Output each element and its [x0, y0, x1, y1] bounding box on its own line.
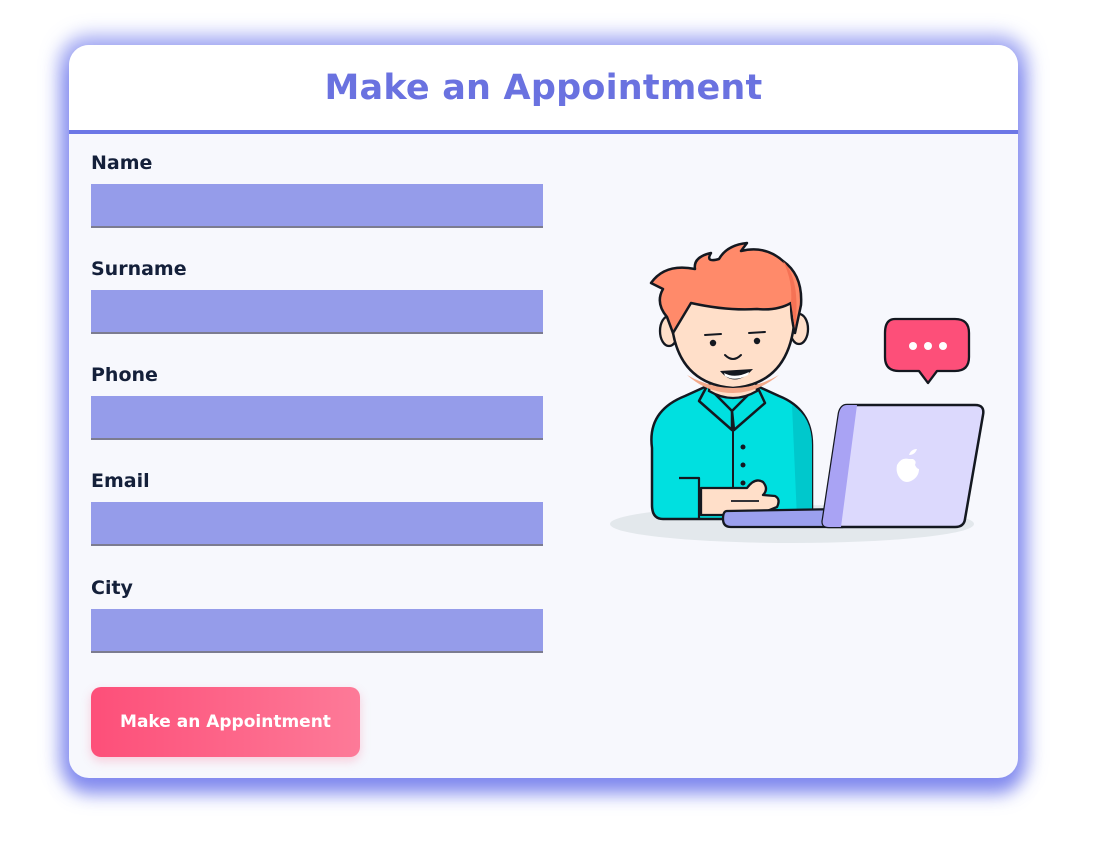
shirt-button: [740, 444, 746, 450]
name-input[interactable]: [91, 184, 543, 228]
email-label: Email: [91, 470, 150, 492]
page-title: Make an Appointment: [324, 67, 763, 108]
make-appointment-button[interactable]: Make an Appointment: [91, 687, 360, 757]
phone-field-group: Phone: [91, 363, 543, 440]
card-header: Make an Appointment: [69, 45, 1018, 134]
chat-bubble-icon: [883, 317, 971, 385]
name-label: Name: [91, 152, 153, 174]
shirt-button: [740, 480, 746, 486]
person-with-laptop-icon: [610, 241, 985, 543]
city-field-group: City: [91, 576, 543, 653]
surname-field-group: Surname: [91, 257, 543, 334]
appointment-card: Make an Appointment Name Surname Phone E…: [69, 45, 1018, 778]
shirt-button: [740, 462, 746, 468]
city-input[interactable]: [91, 609, 543, 653]
eyebrow-left: [704, 333, 722, 336]
phone-input[interactable]: [91, 396, 543, 440]
eyebrow-right: [748, 331, 766, 334]
surname-input[interactable]: [91, 290, 543, 334]
phone-label: Phone: [91, 364, 158, 386]
surname-label: Surname: [91, 258, 187, 280]
city-label: City: [91, 577, 133, 599]
name-field-group: Name: [91, 151, 543, 228]
eye-left: [709, 339, 717, 347]
email-input[interactable]: [91, 502, 543, 546]
email-field-group: Email: [91, 469, 543, 546]
eye-right: [753, 337, 761, 345]
